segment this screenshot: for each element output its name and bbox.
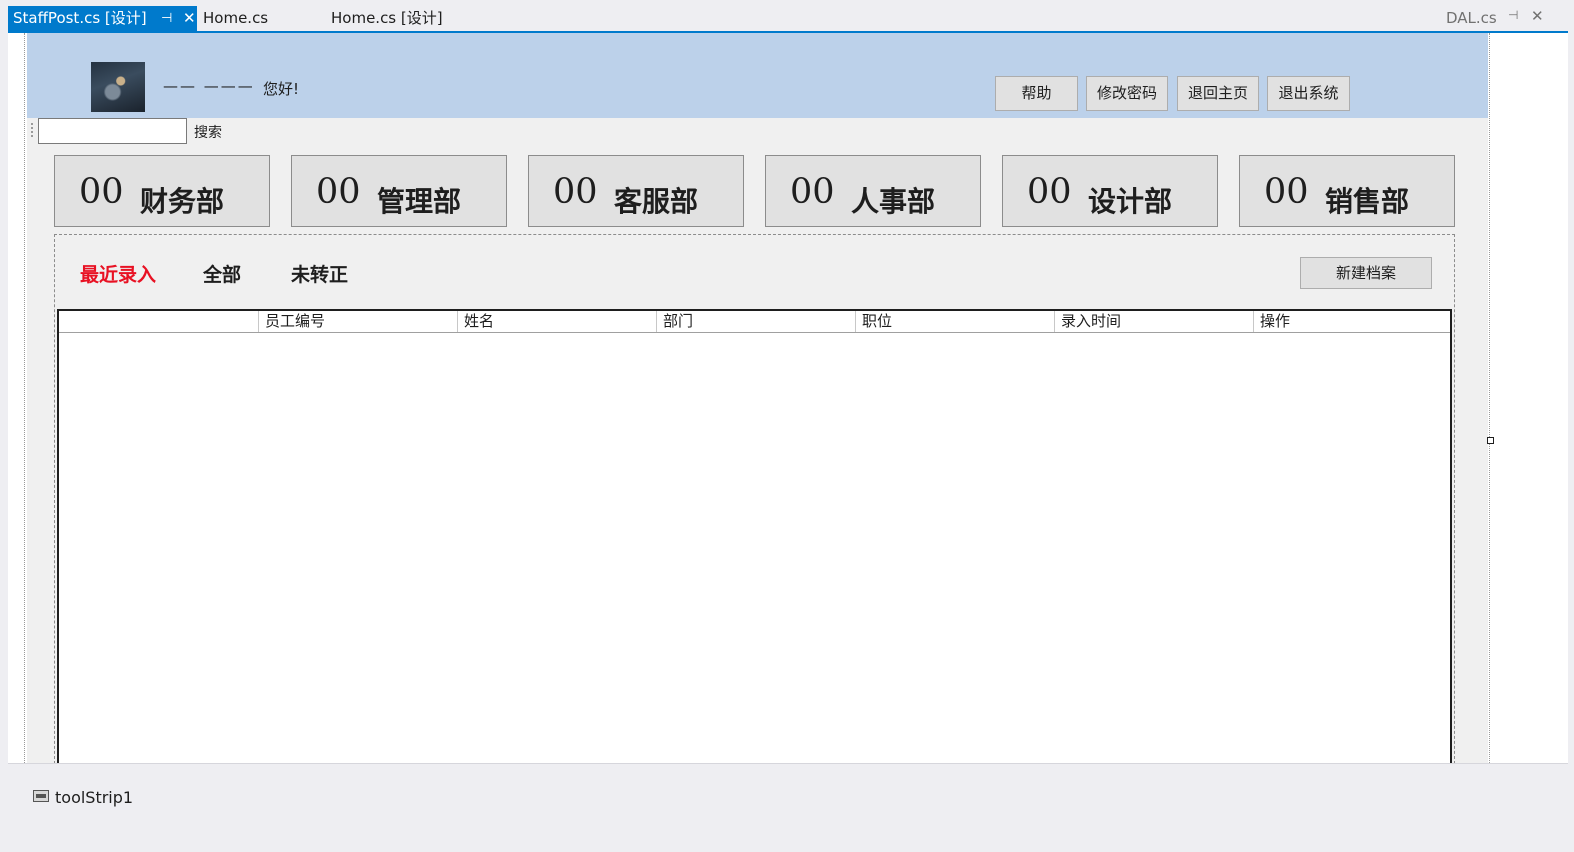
column-header-actions[interactable]: 操作 — [1253, 311, 1450, 332]
dept-count: 00 — [1264, 172, 1309, 212]
dept-count: 00 — [316, 172, 361, 212]
dept-card-hr[interactable]: 00 人事部 — [765, 155, 981, 227]
search-input[interactable] — [38, 118, 187, 144]
dept-count: 00 — [790, 172, 835, 212]
search-label[interactable]: 搜索 — [194, 122, 222, 142]
dept-card-finance[interactable]: 00 财务部 — [54, 155, 270, 227]
staffpost-form[interactable]: —— ——— 您好! 帮助 修改密码 退回主页 退出系统 搜索 00 财务部 0… — [27, 33, 1488, 775]
dept-card-design[interactable]: 00 设计部 — [1002, 155, 1218, 227]
dept-name: 设计部 — [1088, 185, 1173, 218]
dept-name: 财务部 — [140, 185, 225, 218]
grid-header-row: 员工编号 姓名 部门 职位 录入时间 操作 — [59, 311, 1450, 333]
component-tray — [8, 763, 1568, 848]
tab-staffpost-design[interactable]: StaffPost.cs [设计] ⊣ ✕ — [8, 6, 197, 31]
dept-count: 00 — [553, 172, 598, 212]
filter-all[interactable]: 全部 — [203, 260, 241, 287]
column-header-position[interactable]: 职位 — [855, 311, 1055, 332]
user-name-label: —— ——— — [163, 77, 255, 95]
tray-component-toolstrip[interactable]: toolStrip1 — [55, 788, 133, 807]
tab-home-cs[interactable]: Home.cs — [203, 6, 268, 31]
greeting-label: 您好! — [263, 80, 300, 98]
column-header-name[interactable]: 姓名 — [457, 311, 657, 332]
change-password-button[interactable]: 修改密码 — [1086, 76, 1168, 111]
new-record-button[interactable]: 新建档案 — [1300, 257, 1432, 289]
filter-probation[interactable]: 未转正 — [291, 260, 348, 287]
column-header-staff-id[interactable]: 员工编号 — [258, 311, 458, 332]
dept-count: 00 — [1027, 172, 1072, 212]
tab-dal-cs[interactable]: DAL.cs — [1446, 6, 1497, 31]
exit-system-button[interactable]: 退出系统 — [1267, 76, 1350, 111]
column-header-department[interactable]: 部门 — [656, 311, 856, 332]
filter-recent[interactable]: 最近录入 — [80, 260, 156, 287]
tab-label: StaffPost.cs [设计] — [13, 9, 147, 27]
dept-card-management[interactable]: 00 管理部 — [291, 155, 507, 227]
close-icon[interactable]: ✕ — [183, 6, 196, 31]
pin-icon[interactable]: ⊣ — [161, 6, 172, 31]
dept-card-sales[interactable]: 00 销售部 — [1239, 155, 1455, 227]
tab-home-design[interactable]: Home.cs [设计] — [331, 6, 443, 31]
staff-data-grid[interactable]: 员工编号 姓名 部门 职位 录入时间 操作 — [57, 309, 1452, 775]
header-panel: —— ——— 您好! 帮助 修改密码 退回主页 退出系统 — [27, 33, 1488, 118]
help-button[interactable]: 帮助 — [995, 76, 1078, 111]
dept-name: 客服部 — [614, 185, 699, 218]
toolstrip-icon — [33, 790, 49, 802]
dept-count: 00 — [79, 172, 124, 212]
resize-handle[interactable] — [1487, 437, 1494, 444]
records-panel: 最近录入 全部 未转正 新建档案 员工编号 姓名 部门 职位 录入时间 操作 — [54, 234, 1455, 775]
dept-name: 管理部 — [377, 185, 462, 218]
back-home-button[interactable]: 退回主页 — [1177, 76, 1259, 111]
column-header-row-selector[interactable] — [59, 311, 258, 332]
column-header-entry-time[interactable]: 录入时间 — [1054, 311, 1254, 332]
pin-icon[interactable]: ⊣ — [1508, 8, 1518, 22]
toolstrip-grip[interactable] — [31, 123, 33, 139]
dept-card-customer-service[interactable]: 00 客服部 — [528, 155, 744, 227]
user-avatar-image[interactable] — [91, 62, 145, 112]
dept-name: 销售部 — [1325, 185, 1410, 218]
document-tab-strip: StaffPost.cs [设计] ⊣ ✕ Home.cs Home.cs [设… — [0, 0, 1574, 33]
close-icon[interactable]: ✕ — [1531, 7, 1544, 25]
dept-name: 人事部 — [851, 185, 936, 218]
